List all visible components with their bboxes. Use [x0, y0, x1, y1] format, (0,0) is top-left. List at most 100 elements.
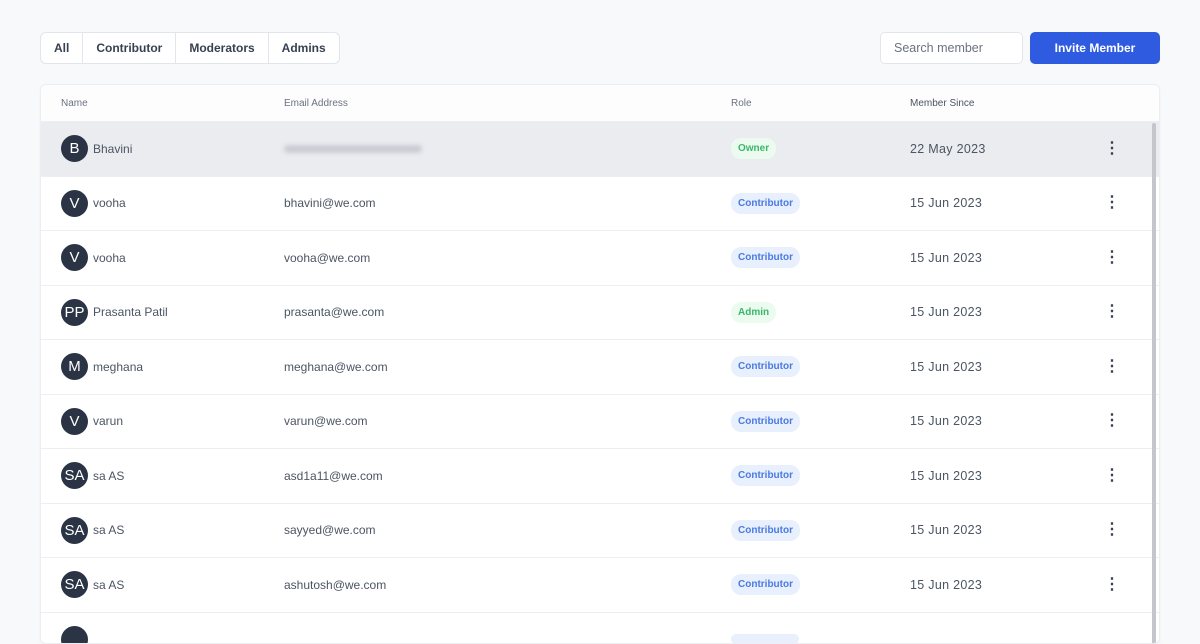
scrollbar[interactable] — [1152, 123, 1156, 644]
member-email: vooha@we.com — [284, 251, 370, 265]
member-since: 15 Jun 2023 — [910, 286, 1092, 340]
more-options-button[interactable]: ⋮ — [1092, 449, 1132, 503]
table-row[interactable]: V varun varun@we.com Contributor 15 Jun … — [41, 394, 1159, 449]
member-email: sayyed@we.com — [284, 523, 376, 537]
member-name-cell: SA sa AS — [41, 558, 284, 612]
more-options-button[interactable]: ⋮ — [1092, 231, 1132, 285]
member-email-cell: meghana@we.com — [284, 340, 731, 394]
member-name-cell: B Bhavini — [41, 122, 284, 176]
member-since: 22 May 2023 — [910, 122, 1092, 176]
member-role-cell: Admin — [731, 286, 910, 340]
member-role-cell — [731, 613, 910, 644]
table-row[interactable]: SA sa AS ashutosh@we.com Contributor 15 … — [41, 557, 1159, 612]
table-row[interactable]: SA sa AS asd1a11@we.com Contributor 15 J… — [41, 448, 1159, 503]
avatar — [61, 626, 88, 644]
member-email-cell: varun@we.com — [284, 395, 731, 449]
member-since: 15 Jun 2023 — [910, 504, 1092, 558]
invite-member-button[interactable]: Invite Member — [1030, 32, 1160, 64]
member-role-cell: Contributor — [731, 558, 910, 612]
more-options-button[interactable]: ⋮ — [1092, 122, 1132, 176]
avatar: V — [61, 190, 88, 217]
role-badge: Contributor — [731, 574, 800, 595]
member-email-cell: asd1a11@we.com — [284, 449, 731, 503]
avatar: PP — [61, 299, 88, 326]
more-options-button[interactable]: ⋮ — [1092, 558, 1132, 612]
member-email-cell: ashutosh@we.com — [284, 558, 731, 612]
role-badge: Contributor — [731, 193, 800, 214]
more-options-button[interactable]: ⋮ — [1092, 177, 1132, 231]
member-since: 15 Jun 2023 — [910, 449, 1092, 503]
member-name-cell: V vooha — [41, 177, 284, 231]
avatar: SA — [61, 517, 88, 544]
member-email: bhavini@we.com — [284, 196, 376, 210]
member-email: ashutosh@we.com — [284, 578, 386, 592]
more-vertical-icon: ⋮ — [1104, 522, 1120, 538]
tab-all[interactable]: All — [41, 33, 83, 63]
tab-moderators[interactable]: Moderators — [176, 33, 268, 63]
table-row[interactable]: B Bhavini Owner 22 May 2023 ⋮ — [41, 121, 1159, 176]
avatar: SA — [61, 571, 88, 598]
more-vertical-icon: ⋮ — [1104, 195, 1120, 211]
member-name-cell: SA sa AS — [41, 449, 284, 503]
member-name-cell: V varun — [41, 395, 284, 449]
member-email-cell: vooha@we.com — [284, 231, 731, 285]
member-email-cell — [284, 613, 731, 644]
column-name: Name — [41, 85, 284, 121]
more-options-button[interactable]: ⋮ — [1092, 286, 1132, 340]
avatar: V — [61, 244, 88, 271]
role-badge: Admin — [731, 302, 776, 323]
search-member-input[interactable] — [880, 32, 1023, 64]
member-name: meghana — [93, 360, 143, 374]
more-options-button[interactable]: ⋮ — [1092, 340, 1132, 394]
column-member-since: Member Since — [910, 85, 1092, 121]
role-badge: Owner — [731, 138, 776, 159]
table-row[interactable]: PP Prasanta Patil prasanta@we.com Admin … — [41, 285, 1159, 340]
member-name: Bhavini — [93, 142, 132, 156]
more-vertical-icon: ⋮ — [1104, 577, 1120, 593]
table-row[interactable]: M meghana meghana@we.com Contributor 15 … — [41, 339, 1159, 394]
more-vertical-icon: ⋮ — [1104, 141, 1120, 157]
avatar: SA — [61, 462, 88, 489]
member-role-cell: Contributor — [731, 340, 910, 394]
member-email-cell: sayyed@we.com — [284, 504, 731, 558]
more-vertical-icon: ⋮ — [1104, 413, 1120, 429]
member-role-cell: Contributor — [731, 177, 910, 231]
table-row[interactable]: SA sa AS sayyed@we.com Contributor 15 Ju… — [41, 503, 1159, 558]
more-vertical-icon: ⋮ — [1104, 468, 1120, 484]
blurred-email — [284, 145, 422, 153]
table-row[interactable]: V vooha bhavini@we.com Contributor 15 Ju… — [41, 176, 1159, 231]
table-row[interactable] — [41, 612, 1159, 644]
avatar: B — [61, 135, 88, 162]
member-since: 15 Jun 2023 — [910, 177, 1092, 231]
more-options-button[interactable]: ⋮ — [1092, 504, 1132, 558]
member-name: sa AS — [93, 523, 124, 537]
member-since: 15 Jun 2023 — [910, 395, 1092, 449]
member-name: sa AS — [93, 469, 124, 483]
member-name: Prasanta Patil — [93, 305, 168, 319]
member-email-cell: prasanta@we.com — [284, 286, 731, 340]
member-email: varun@we.com — [284, 414, 368, 428]
column-email: Email Address — [284, 85, 731, 121]
member-name-cell: V vooha — [41, 231, 284, 285]
avatar: M — [61, 353, 88, 380]
member-name: varun — [93, 414, 123, 428]
tab-contributor[interactable]: Contributor — [83, 33, 176, 63]
member-since — [910, 613, 1092, 644]
member-email: meghana@we.com — [284, 360, 388, 374]
more-vertical-icon: ⋮ — [1104, 304, 1120, 320]
avatar: V — [61, 408, 88, 435]
member-since: 15 Jun 2023 — [910, 340, 1092, 394]
member-name: sa AS — [93, 578, 124, 592]
tab-admins[interactable]: Admins — [269, 33, 339, 63]
member-name-cell: SA sa AS — [41, 504, 284, 558]
role-badge: Contributor — [731, 247, 800, 268]
more-options-button[interactable] — [1092, 613, 1132, 644]
member-since: 15 Jun 2023 — [910, 231, 1092, 285]
role-badge: Contributor — [731, 520, 800, 541]
role-badge — [731, 634, 799, 644]
member-email-cell: bhavini@we.com — [284, 177, 731, 231]
table-row[interactable]: V vooha vooha@we.com Contributor 15 Jun … — [41, 230, 1159, 285]
member-role-cell: Owner — [731, 122, 910, 176]
role-badge: Contributor — [731, 356, 800, 377]
more-options-button[interactable]: ⋮ — [1092, 395, 1132, 449]
